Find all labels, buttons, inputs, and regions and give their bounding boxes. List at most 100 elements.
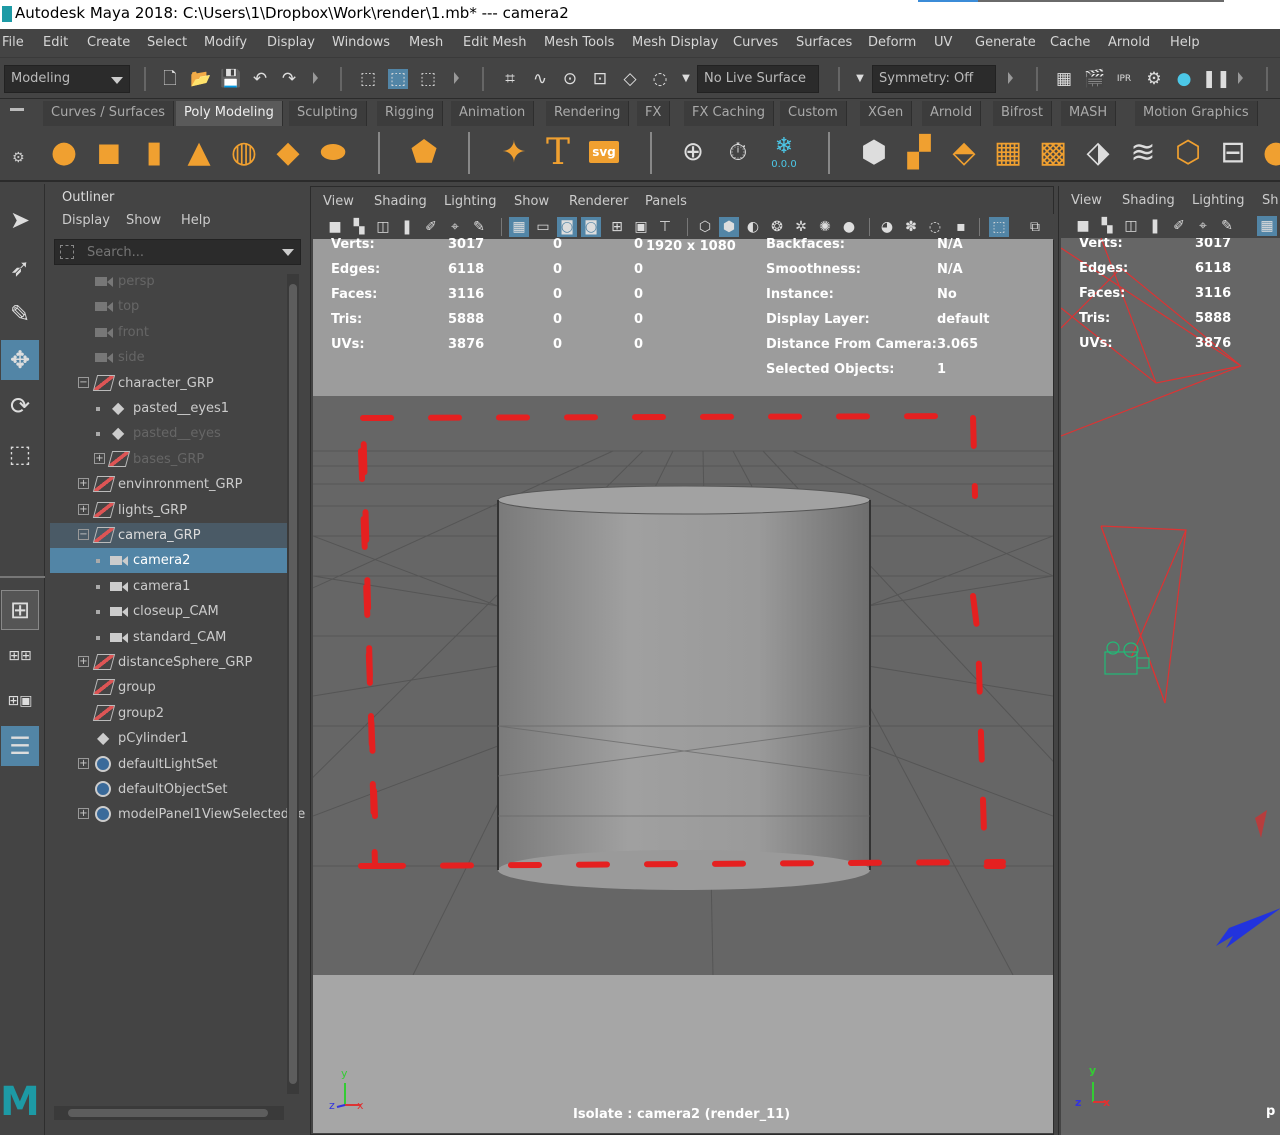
outliner-item[interactable]: + envinronment_GRP — [50, 472, 287, 497]
menu-surfaces[interactable]: Surfaces — [796, 35, 852, 50]
cylinder-top[interactable] — [497, 485, 871, 515]
expand-toggle-icon[interactable]: + — [78, 757, 89, 769]
shelf-tab-fx[interactable]: FX — [637, 101, 671, 126]
outliner-menu-show[interactable]: Show — [126, 213, 161, 228]
pencil-icon[interactable]: ✎ — [1217, 216, 1237, 236]
filter-icon[interactable] — [60, 245, 74, 259]
menu-arnold[interactable]: Arnold — [1108, 35, 1150, 50]
viewport-menu-shading[interactable]: Shading — [374, 194, 427, 209]
menu-edit-mesh[interactable]: Edit Mesh — [463, 35, 527, 50]
shelf-tab-fx-caching[interactable]: FX Caching — [684, 101, 775, 126]
hypershade-icon[interactable]: ● — [1174, 69, 1194, 89]
select-hierarchy-icon[interactable]: ⬚ — [358, 69, 378, 89]
gear-icon[interactable]: ⚙ — [12, 150, 25, 166]
outliner-menu-help[interactable]: Help — [181, 213, 211, 228]
bookmark2-icon[interactable]: ❚ — [1145, 216, 1165, 236]
extract-icon[interactable]: ⬘ — [944, 132, 984, 172]
subdivide-icon[interactable]: ▩ — [1033, 132, 1073, 172]
separate-icon[interactable]: ▞ — [899, 132, 939, 172]
scene-view[interactable] — [313, 396, 1053, 975]
outliner-item[interactable]: + distanceSphere_GRP — [50, 650, 287, 675]
poly-cube-icon[interactable]: ◼ — [89, 132, 129, 172]
outliner-item[interactable]: closeup_CAM — [50, 599, 287, 624]
shelf-tab-arnold[interactable]: Arnold — [922, 101, 982, 126]
outliner-item[interactable]: group — [50, 675, 287, 700]
menu-set-dropdown[interactable]: Modeling — [4, 65, 130, 93]
symmetry-field[interactable]: Symmetry: Off — [872, 65, 996, 93]
viewport-menu-panels[interactable]: Panels — [645, 194, 687, 209]
outliner-item[interactable]: camera2 — [50, 548, 287, 574]
menu-cache[interactable]: Cache — [1050, 35, 1090, 50]
expand-toggle-icon[interactable]: + — [78, 656, 89, 667]
shelf-tab-custom[interactable]: Custom — [780, 101, 847, 126]
combine-icon[interactable]: ⬢ — [854, 132, 894, 172]
outliner-item[interactable]: + bases_GRP — [50, 447, 287, 472]
lights-icon[interactable]: ✺ — [815, 217, 835, 237]
anti-alias-icon[interactable]: ◌ — [925, 217, 945, 237]
time-icon[interactable]: ⏱ — [718, 132, 758, 172]
outliner-search[interactable] — [54, 239, 301, 265]
rotate-tool-icon[interactable]: ⟳ — [1, 386, 39, 426]
menu-modify[interactable]: Modify — [204, 35, 247, 50]
collapse-icon[interactable] — [1008, 72, 1014, 84]
scrollbar-thumb[interactable] — [68, 1109, 268, 1117]
cylinder-body[interactable] — [498, 500, 870, 870]
two-view-icon[interactable]: ⊞▣ — [1, 681, 39, 721]
poly-sphere-icon[interactable]: ● — [44, 132, 84, 172]
svg-tool-icon[interactable]: svg — [584, 132, 624, 172]
pivot-icon[interactable]: ⌖ — [445, 217, 465, 237]
snap-curve-icon[interactable]: ∿ — [530, 69, 550, 89]
undo-icon[interactable]: ↶ — [250, 69, 270, 89]
search-input[interactable] — [87, 243, 277, 261]
outliner-item[interactable]: persp — [50, 269, 287, 294]
viewport-menu-renderer[interactable]: Renderer — [569, 194, 628, 209]
outliner-item[interactable]: + modelPanel1ViewSelectedSe — [50, 802, 305, 827]
type-tool-icon[interactable]: T — [538, 132, 578, 173]
expand-toggle-icon[interactable]: + — [78, 478, 89, 490]
outliner-item[interactable]: side — [50, 345, 287, 370]
shelf-tab-animation[interactable]: Animation — [451, 101, 535, 126]
secondary-viewport[interactable]: View Shading Lighting Sh ■ ▚ ◫ ❚ ✐ ⌖ ✎ ▦ — [1058, 186, 1280, 1135]
main-viewport[interactable]: View Shading Lighting Show Renderer Panels ■ ▚… — [310, 186, 1055, 1135]
viewport-menu-show[interactable]: Show — [514, 194, 549, 209]
shelf-tab-rendering[interactable]: Rendering — [546, 101, 630, 126]
field-chart-icon[interactable]: ⊞ — [607, 217, 627, 237]
viewport-menu-lighting[interactable]: Lighting — [444, 194, 497, 209]
shelf-tab-curves-surfaces[interactable]: Curves / Surfaces — [43, 101, 175, 126]
viewport2-menu-item[interactable]: Shading — [1122, 193, 1175, 208]
poly-cone-icon[interactable]: ▲ — [179, 132, 219, 172]
live-surface-field[interactable]: No Live Surface — [697, 65, 819, 93]
snowflake-icon[interactable]: ❄ 0.0.0 — [764, 132, 804, 172]
menu-mesh[interactable]: Mesh — [409, 35, 443, 50]
shelf-tab-motion-graphics[interactable]: Motion Graphics — [1135, 101, 1258, 126]
viewport2-scene[interactable]: p y x z Verts: 3017 Edges: 6118 Faces: 3116 Tr… — [1061, 238, 1280, 1135]
chevron-down-icon[interactable]: ▼ — [676, 69, 696, 89]
textured-icon[interactable]: ❂ — [767, 217, 787, 237]
expand-toggle-icon[interactable]: + — [78, 808, 89, 820]
render-view-icon[interactable]: ▦ — [1054, 69, 1074, 89]
smooth-icon[interactable]: ▦ — [988, 132, 1028, 172]
outliner-menu-display[interactable]: Display — [62, 213, 110, 228]
scale-tool-icon[interactable]: ⬚ — [1, 434, 39, 474]
menu-deform[interactable]: Deform — [868, 35, 916, 50]
shelf-menu-icon[interactable] — [10, 108, 24, 111]
grid-toggle-icon[interactable]: ▦ — [1257, 216, 1277, 236]
poly-disc-icon[interactable]: ⬬ — [313, 132, 353, 172]
lasso-tool-icon[interactable]: ➶ — [1, 248, 39, 288]
outliner-item[interactable]: group2 — [50, 701, 287, 726]
ipr-render-icon[interactable]: IPR — [1114, 69, 1134, 89]
chevron-down-icon[interactable] — [282, 249, 294, 256]
collapse-icon[interactable] — [313, 72, 319, 84]
append-icon[interactable]: ● — [1256, 132, 1280, 172]
shelf-tab-poly-modeling[interactable]: Poly Modeling — [176, 101, 283, 126]
outliner-item[interactable]: top — [50, 294, 287, 319]
bookmark-icon[interactable]: ◫ — [1121, 216, 1141, 236]
shelf-tab-mash[interactable]: MASH — [1061, 101, 1117, 126]
extrude-icon[interactable]: ⬡ — [1168, 132, 1208, 172]
open-scene-icon[interactable]: 📂 — [190, 69, 211, 89]
xray-icon[interactable]: ✲ — [791, 217, 811, 237]
bookmark-icon[interactable]: ◫ — [373, 217, 393, 237]
menu-uv[interactable]: UV — [934, 35, 952, 50]
chevron-down-icon[interactable]: ▼ — [850, 69, 870, 89]
grid-icon[interactable]: ▦ — [509, 217, 529, 237]
